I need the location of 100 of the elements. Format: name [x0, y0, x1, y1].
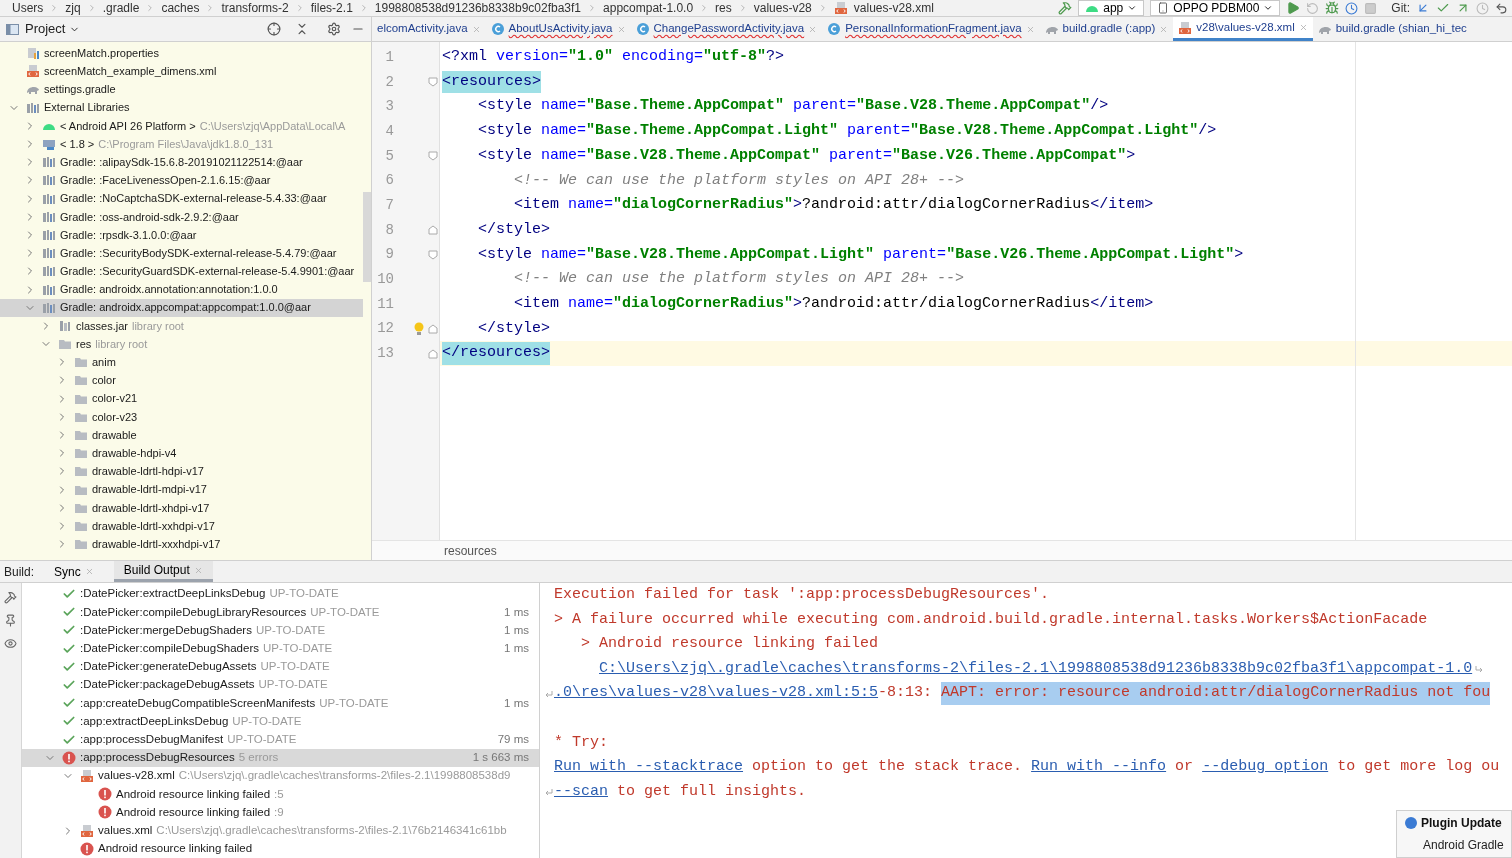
console-link[interactable]: --scan — [554, 780, 608, 804]
build-item[interactable]: :DatePicker:generateDebugAssets UP-TO-DATE — [22, 657, 539, 676]
run-icon[interactable] — [1286, 1, 1301, 15]
tree-item[interactable]: drawable-ldrtl-xxxhdpi-v17 — [0, 535, 363, 554]
console-link[interactable]: Run with --stacktrace — [554, 756, 744, 779]
breadcrumb[interactable]: res — [715, 0, 732, 16]
build-tab[interactable]: Build Output — [113, 561, 213, 582]
breadcrumb[interactable]: 1998808538d91236b8338b9c02fba3f1 — [374, 0, 582, 16]
breadcrumb[interactable]: appcompat-1.0.0 — [603, 0, 694, 16]
tree-item[interactable]: Gradle: :SecurityGuardSDK-external-release-5.4.9901:@aar — [0, 262, 363, 281]
close-icon[interactable] — [1025, 24, 1035, 34]
close-icon[interactable] — [193, 565, 203, 575]
breadcrumb[interactable]: files-2.1 — [310, 0, 353, 16]
hammer-icon[interactable] — [1058, 1, 1073, 15]
profiler-icon[interactable] — [1345, 1, 1359, 15]
editor-tab[interactable]: build.gradle (:app) — [1039, 17, 1174, 41]
tree-item[interactable]: Gradle: :NoCaptchaSDK-external-release-5.4.33:@aar — [0, 189, 363, 208]
tree-item[interactable]: External Libraries — [0, 98, 363, 117]
rollback-icon[interactable] — [1495, 1, 1508, 15]
console-link[interactable]: --debug option — [1202, 756, 1329, 779]
tree-item[interactable]: drawable-ldrtl-hdpi-v17 — [0, 462, 363, 481]
fold-icon[interactable] — [428, 249, 438, 260]
tree-item[interactable]: settings.gradle — [0, 80, 363, 99]
tree-item[interactable]: color-v23 — [0, 407, 363, 426]
tree-item[interactable]: classes.jar library root — [0, 316, 363, 335]
history-icon[interactable] — [1476, 1, 1489, 15]
breadcrumb[interactable]: .gradle — [102, 0, 140, 16]
bug-icon[interactable] — [1325, 1, 1340, 15]
breadcrumb[interactable]: zjq — [65, 0, 81, 16]
fold-end-icon[interactable] — [428, 348, 438, 359]
editor-tab[interactable]: v28\values-v28.xml — [1173, 17, 1313, 41]
tree-item[interactable]: drawable — [0, 425, 363, 445]
fold-end-icon[interactable] — [428, 323, 438, 334]
build-item[interactable]: :DatePicker:mergeDebugShaders UP-TO-DATE 1 ms — [22, 621, 539, 640]
settings-icon[interactable] — [327, 22, 341, 36]
locate-icon[interactable] — [267, 22, 281, 36]
build-item[interactable]: Android resource linking failed :9 — [22, 803, 539, 822]
console-link[interactable]: .0\res\values-v28\values-v28.xml:5:5 — [554, 682, 879, 705]
breadcrumb[interactable]: Users — [12, 0, 44, 16]
close-icon[interactable] — [616, 24, 626, 34]
breadcrumb[interactable]: values-v28 — [753, 0, 812, 16]
tree-item[interactable]: < Android API 26 Platform > C:\Users\zjq\AppData\Local\A — [0, 116, 363, 135]
pin-icon[interactable] — [4, 614, 17, 627]
tree-item[interactable]: < 1.8 > C:\Program Files\Java\jdk1.8.0_131 — [0, 134, 363, 154]
build-item[interactable]: :DatePicker:compileDebugShaders UP-TO-DATE 1 ms — [22, 639, 539, 658]
project-view-dropdown[interactable]: Project — [25, 19, 81, 39]
build-item[interactable]: :app:processDebugResources 5 errors 1 s 663 ms — [22, 748, 539, 767]
tree-item[interactable]: screenMatch.properties — [0, 44, 363, 63]
fold-end-icon[interactable] — [428, 225, 438, 236]
editor-breadcrumb[interactable]: resources — [444, 541, 497, 560]
tree-item[interactable]: drawable-ldrtl-xxhdpi-v17 — [0, 516, 363, 536]
hammer-icon[interactable] — [4, 591, 17, 604]
tree-item[interactable]: Gradle: androidx.appcompat:appcompat:1.0.0@aar — [0, 298, 363, 317]
tree-item[interactable]: Gradle: :FaceLivenessOpen-2.1.6.15:@aar — [0, 171, 363, 190]
editor-tab[interactable]: elcomActivity.java — [372, 17, 486, 41]
close-icon[interactable] — [808, 24, 818, 34]
collapse-all-icon[interactable] — [295, 22, 309, 36]
build-item[interactable]: values-v28.xml C:\Users\zjq\.gradle\caches\transforms-2\files-2.1\1998808538d9 — [22, 766, 539, 786]
tree-item[interactable]: Gradle: :SecurityBodySDK-external-release-5.4.79:@aar — [0, 244, 363, 263]
editor-tab[interactable]: PersonalInformationFragment.java — [822, 17, 1040, 41]
build-tab[interactable]: Sync — [44, 561, 104, 582]
tree-item[interactable]: drawable-ldrtl-xhdpi-v17 — [0, 498, 363, 517]
build-item[interactable]: :DatePicker:packageDebugAssets UP-TO-DATE — [22, 675, 539, 695]
build-item[interactable]: Android resource linking failed — [22, 839, 539, 858]
tree-item[interactable]: drawable-ldrtl-mdpi-v17 — [0, 480, 363, 499]
notification-popup[interactable]: Plugin Update Android Gradle — [1396, 810, 1512, 858]
build-item[interactable]: :app:extractDeepLinksDebug UP-TO-DATE — [22, 712, 539, 731]
tree-item[interactable]: Gradle: :rpsdk-3.1.0.0:@aar — [0, 225, 363, 245]
tree-item[interactable]: Gradle: androidx.annotation:annotation:1.0.0 — [0, 280, 363, 299]
build-item[interactable]: :DatePicker:extractDeepLinksDebug UP-TO-DATE — [22, 585, 539, 604]
tree-item[interactable]: drawable-hdpi-v4 — [0, 444, 363, 463]
tree-item[interactable]: Gradle: :alipaySdk-15.6.8-20191021122514:@aar — [0, 153, 363, 172]
device-dropdown[interactable]: OPPO PDBM00 — [1150, 0, 1281, 16]
close-icon[interactable] — [471, 24, 481, 34]
build-item[interactable]: values.xml C:\Users\zjq\.gradle\caches\transforms-2\files-2.1\76b2146341c61bb — [22, 821, 539, 840]
eye-icon[interactable] — [4, 637, 17, 650]
editor-tab[interactable]: ChangePasswordActivity.java — [630, 17, 823, 41]
close-icon[interactable] — [1298, 23, 1308, 32]
tree-item[interactable]: screenMatch_example_dimens.xml — [0, 62, 363, 81]
console-link[interactable]: Run with --info — [1031, 756, 1167, 779]
run-config-dropdown[interactable]: app — [1078, 0, 1145, 16]
build-item[interactable]: :DatePicker:compileDebugLibraryResources UP-TO-DATE 1 ms — [22, 603, 539, 622]
rerun-icon[interactable] — [1306, 1, 1320, 15]
build-item[interactable]: Android resource linking failed :5 — [22, 785, 539, 804]
close-icon[interactable] — [84, 567, 94, 576]
breadcrumb[interactable]: transforms-2 — [221, 0, 289, 16]
tree-item[interactable]: anim — [0, 353, 363, 372]
close-icon[interactable] — [1159, 24, 1169, 34]
editor-tab[interactable]: AboutUsActivity.java — [485, 17, 631, 41]
commit-icon[interactable] — [1436, 1, 1450, 15]
breadcrumb[interactable]: caches — [161, 0, 200, 16]
editor-tab[interactable]: build.gradle (shian_hi_tec — [1312, 17, 1472, 41]
fold-icon[interactable] — [428, 151, 438, 162]
tree-item[interactable]: color — [0, 371, 363, 390]
tree-item[interactable]: res library root — [0, 335, 363, 354]
console-link[interactable]: C:\Users\zjq\.gradle\caches\transforms-2\files-2.1\1998808538d91236b8338b9c02fba3f1\appcompat-1.0 — [599, 657, 1473, 681]
breadcrumb[interactable]: values-v28.xml — [853, 0, 934, 16]
build-item[interactable]: :app:processDebugManifest UP-TO-DATE 79 ms — [22, 730, 539, 749]
tree-item[interactable]: color-v21 — [0, 389, 363, 408]
fold-icon[interactable] — [428, 77, 438, 88]
